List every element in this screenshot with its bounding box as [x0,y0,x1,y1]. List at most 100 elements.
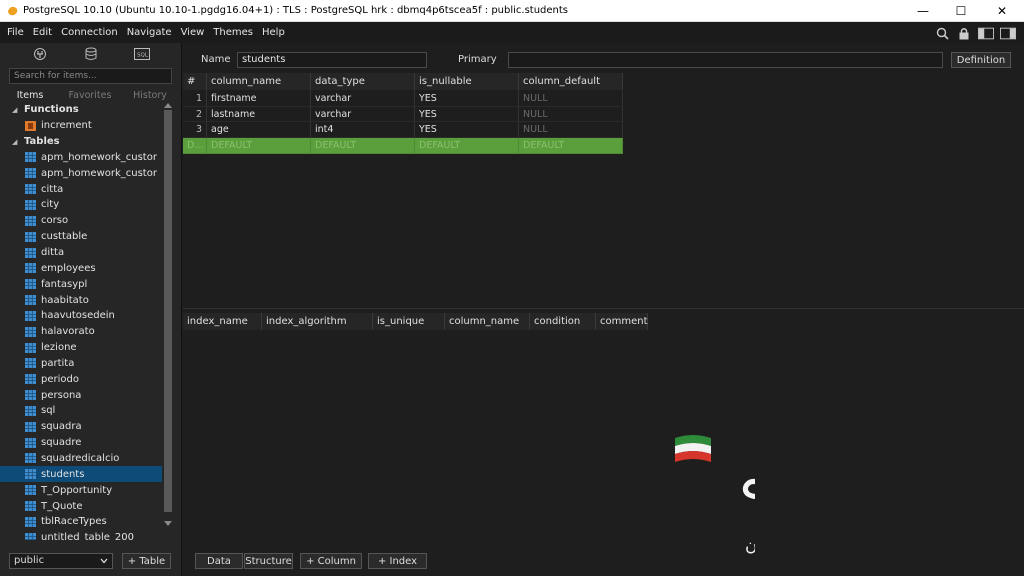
add-table-button[interactable]: + Table [122,553,171,569]
tab-structure[interactable]: Structure [244,553,293,569]
menu-themes[interactable]: Themes [210,27,259,38]
cell-column-default[interactable]: NULL [519,122,623,138]
tree-item-table[interactable]: haavutosedein [0,308,162,324]
cell-column-default[interactable]: NULL [519,91,623,107]
table-row[interactable]: 2 lastname varchar YES NULL [183,106,623,122]
scroll-up-icon[interactable] [164,102,172,108]
tree-item-table[interactable]: fantasypl [0,276,162,292]
new-row[interactable]: D... DEFAULT DEFAULT DEFAULT DEFAULT [183,138,623,154]
cell-data-type[interactable]: varchar [311,91,415,107]
toolbar-icons [934,25,1016,41]
tab-history[interactable]: History [120,90,180,101]
expand-arrow-icon[interactable]: ◢ [12,106,24,114]
tree-item-table[interactable]: citta [0,181,162,197]
tree-item-table[interactable]: employees [0,260,162,276]
toggle-sidebar-icon[interactable] [978,25,994,41]
header-index-algorithm[interactable]: index_algorithm [262,313,373,330]
menu-connection[interactable]: Connection [58,27,124,38]
tree-item-label: persona [41,389,82,401]
tree-item-table[interactable]: squadra [0,419,162,435]
header-index-column-name[interactable]: column_name [445,313,530,330]
header-column-name[interactable]: column_name [207,73,311,90]
tree-item-table[interactable]: halavorato [0,324,162,340]
connection-icon[interactable] [18,46,62,62]
primary-key-field[interactable] [508,52,943,68]
header-comment[interactable]: comment [596,313,648,330]
tree-item-function[interactable]: increment [0,118,162,134]
tab-items[interactable]: Items [0,90,60,101]
header-condition[interactable]: condition [530,313,596,330]
search-icon[interactable] [934,25,950,41]
tree-item-table[interactable]: students [0,466,162,483]
database-icon[interactable] [69,46,113,62]
tree-item-table[interactable]: lezione [0,340,162,356]
tree-item-label: lezione [41,342,77,354]
tree-item-label: students [41,468,85,480]
sql-icon[interactable]: SQL [120,46,164,62]
header-data-type[interactable]: data_type [311,73,415,90]
expand-arrow-icon[interactable]: ◢ [12,138,24,146]
header-index-name[interactable]: index_name [183,313,262,330]
menu-navigate[interactable]: Navigate [124,27,178,38]
table-row[interactable]: 3 age int4 YES NULL [183,122,623,138]
menu-view[interactable]: View [178,27,211,38]
cell-column-name[interactable]: lastname [207,106,311,122]
tree-item-table[interactable]: apm_homework_custor [0,165,162,181]
new-cell-column-name[interactable]: DEFAULT [207,138,311,154]
header-column-default[interactable]: column_default [519,73,623,90]
tree-item-table[interactable]: custtable [0,229,162,245]
tree-item-table[interactable]: persona [0,387,162,403]
tree-item-table[interactable]: ditta [0,245,162,261]
new-cell-data-type[interactable]: DEFAULT [311,138,415,154]
tree-item-table[interactable]: corso [0,213,162,229]
tree-group[interactable]: ◢ Functions [0,102,162,118]
tree-item-table[interactable]: tblRaceTypes [0,514,162,530]
cell-data-type[interactable]: varchar [311,106,415,122]
tree-item-table[interactable]: T_Quote [0,498,162,514]
close-button[interactable]: ✕ [979,0,1024,22]
toggle-panel-icon[interactable] [1000,25,1016,41]
maximize-button[interactable]: ☐ [938,0,984,22]
tree-item-table[interactable]: sql [0,403,162,419]
new-cell-column-default[interactable]: DEFAULT [519,138,623,154]
add-column-button[interactable]: + Column [300,553,362,569]
scroll-thumb[interactable] [164,110,172,512]
menu-file[interactable]: File [4,27,30,38]
tree-item-table[interactable]: city [0,197,162,213]
header-is-unique[interactable]: is_unique [373,313,445,330]
new-cell-is-nullable[interactable]: DEFAULT [415,138,519,154]
cell-column-name[interactable]: age [207,122,311,138]
tab-favorites[interactable]: Favorites [60,90,120,101]
tree-item-table[interactable]: squadredicalcio [0,451,162,467]
table-row[interactable]: 1 firstname varchar YES NULL [183,91,623,107]
table-name-field[interactable]: students [237,52,427,68]
tree-item-table[interactable]: apm_homework_custor [0,150,162,166]
schema-select[interactable]: public [9,553,113,569]
cell-is-nullable[interactable]: YES [415,122,519,138]
table-icon [25,295,36,306]
tree-group[interactable]: ◢ Tables [0,134,162,150]
cell-column-name[interactable]: firstname [207,91,311,107]
tree-item-table[interactable]: squadre [0,435,162,451]
pane-divider[interactable] [183,308,1024,309]
scroll-down-icon[interactable] [164,521,172,527]
tree-item-table[interactable]: partita [0,356,162,372]
header-index[interactable]: # [183,73,207,90]
search-input[interactable]: Search for items... [9,68,172,84]
tree-item-table[interactable]: T_Opportunity [0,482,162,498]
cell-is-nullable[interactable]: YES [415,91,519,107]
cell-column-default[interactable]: NULL [519,106,623,122]
definition-button[interactable]: Definition [951,52,1011,68]
cell-data-type[interactable]: int4 [311,122,415,138]
cell-is-nullable[interactable]: YES [415,106,519,122]
header-is-nullable[interactable]: is_nullable [415,73,519,90]
sidebar-scrollbar[interactable] [163,102,173,542]
menu-edit[interactable]: Edit [30,27,58,38]
tree-item-table[interactable]: untitled_table_200 [0,530,162,540]
table-icon [25,405,36,416]
lock-icon[interactable] [956,25,972,41]
tree-item-table[interactable]: haabitato [0,292,162,308]
menu-help[interactable]: Help [259,27,291,38]
tab-data[interactable]: Data [195,553,243,569]
tree-item-table[interactable]: periodo [0,371,162,387]
